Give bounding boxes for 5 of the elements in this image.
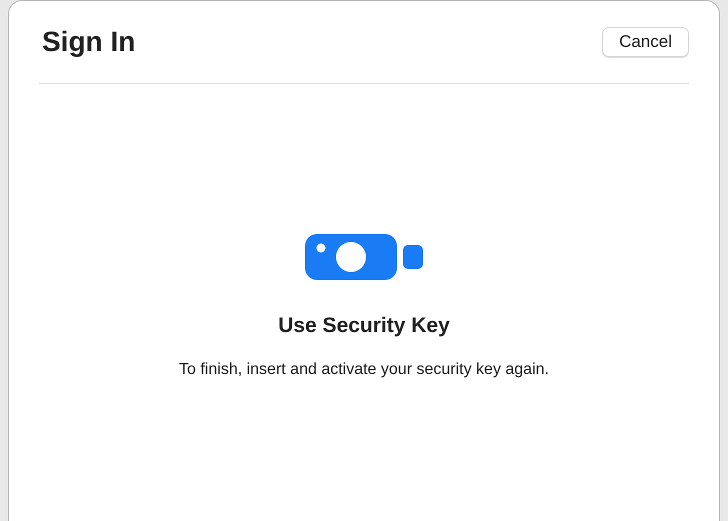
security-key-icon: [305, 234, 423, 280]
dialog-title: Sign In: [41, 25, 136, 59]
message: To finish, insert and activate your security key again.: [179, 360, 549, 380]
cancel-button[interactable]: Cancel: [602, 27, 689, 57]
heading: Use Security Key: [278, 313, 450, 339]
